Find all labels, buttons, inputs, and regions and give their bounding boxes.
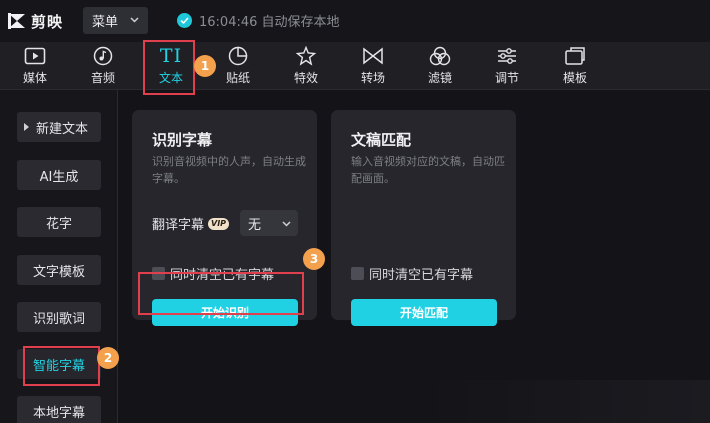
tab-audio[interactable]: 音频 <box>73 42 133 90</box>
adjust-sliders-icon <box>496 46 518 66</box>
capcut-logo-icon <box>8 13 25 29</box>
sidebar-item-new-text[interactable]: 新建文本 <box>17 112 101 142</box>
sidebar-item-text-template[interactable]: 文字模板 <box>17 255 101 285</box>
card-description: 识别音视频中的人声，自动生成字幕。 <box>152 155 306 185</box>
highlight-start-recognition <box>138 272 304 315</box>
caret-right-icon <box>24 123 29 131</box>
tab-adjust[interactable]: 调节 <box>477 42 537 90</box>
app-logo: 剪映 <box>6 10 63 32</box>
media-play-icon <box>24 46 46 66</box>
title-bar: 剪映 菜单 16:04:46 自动保存本地 <box>0 0 710 42</box>
step-badge-1: 1 <box>194 55 216 77</box>
main-toolbar: 媒体 音频 TI 文本 贴纸 特效 转场 滤镜 调节 模板 <box>0 42 710 90</box>
transition-icon <box>362 46 384 66</box>
app-name: 剪映 <box>31 12 64 31</box>
translate-row: 翻译字幕 VIP <box>152 214 230 233</box>
step-badge-2: 2 <box>97 347 119 369</box>
sidebar-item-ai-generate[interactable]: AI生成 <box>17 160 101 190</box>
autosave-text: 16:04:46 自动保存本地 <box>199 15 340 30</box>
translate-label: 翻译字幕 <box>152 218 205 233</box>
step-badge-3: 3 <box>303 248 325 270</box>
tab-media[interactable]: 媒体 <box>5 42 65 90</box>
tab-template[interactable]: 模板 <box>545 42 605 90</box>
check-circle-icon <box>177 13 192 28</box>
autosave-status: 16:04:46 自动保存本地 <box>177 11 340 30</box>
card-description: 输入音视频对应的文稿，自动匹配画面。 <box>351 155 505 185</box>
vip-badge: VIP <box>208 217 230 230</box>
sticker-icon <box>227 46 249 66</box>
clear-captions-checkbox[interactable] <box>351 267 364 280</box>
sidebar-item-fancy-text[interactable]: 花字 <box>17 207 101 237</box>
sidebar-item-local-captions[interactable]: 本地字幕 <box>17 396 101 423</box>
tab-sticker[interactable]: 贴纸 <box>208 42 268 90</box>
clear-existing-captions-option[interactable]: 同时清空已有字幕 <box>351 264 473 283</box>
filter-icon <box>429 46 451 66</box>
card-title: 文稿匹配 <box>351 131 412 149</box>
menu-button[interactable]: 菜单 <box>83 7 148 34</box>
tab-effects[interactable]: 特效 <box>276 42 336 90</box>
chevron-down-icon <box>282 221 291 227</box>
script-match-card: 文稿匹配 输入音视频对应的文稿，自动匹配画面。 同时清空已有字幕 开始匹配 <box>331 110 516 326</box>
caption-panel: 识别字幕 识别音视频中的人声，自动生成字幕。 翻译字幕 VIP 无 同时清空已有… <box>118 90 710 423</box>
menu-label: 菜单 <box>92 15 119 30</box>
music-note-icon <box>92 46 114 66</box>
chevron-down-icon <box>130 17 139 23</box>
start-matching-button[interactable]: 开始匹配 <box>351 299 497 326</box>
sidebar-item-lyrics-recognition[interactable]: 识别歌词 <box>17 302 101 332</box>
background-shade <box>418 380 710 423</box>
highlight-text-tab <box>143 40 195 95</box>
translate-language-select[interactable]: 无 <box>240 210 298 236</box>
highlight-smart-captions <box>23 346 100 386</box>
template-icon <box>564 46 586 66</box>
effects-star-icon <box>295 46 317 66</box>
tab-filter[interactable]: 滤镜 <box>410 42 470 90</box>
tab-transition[interactable]: 转场 <box>343 42 403 90</box>
card-title: 识别字幕 <box>152 131 213 149</box>
